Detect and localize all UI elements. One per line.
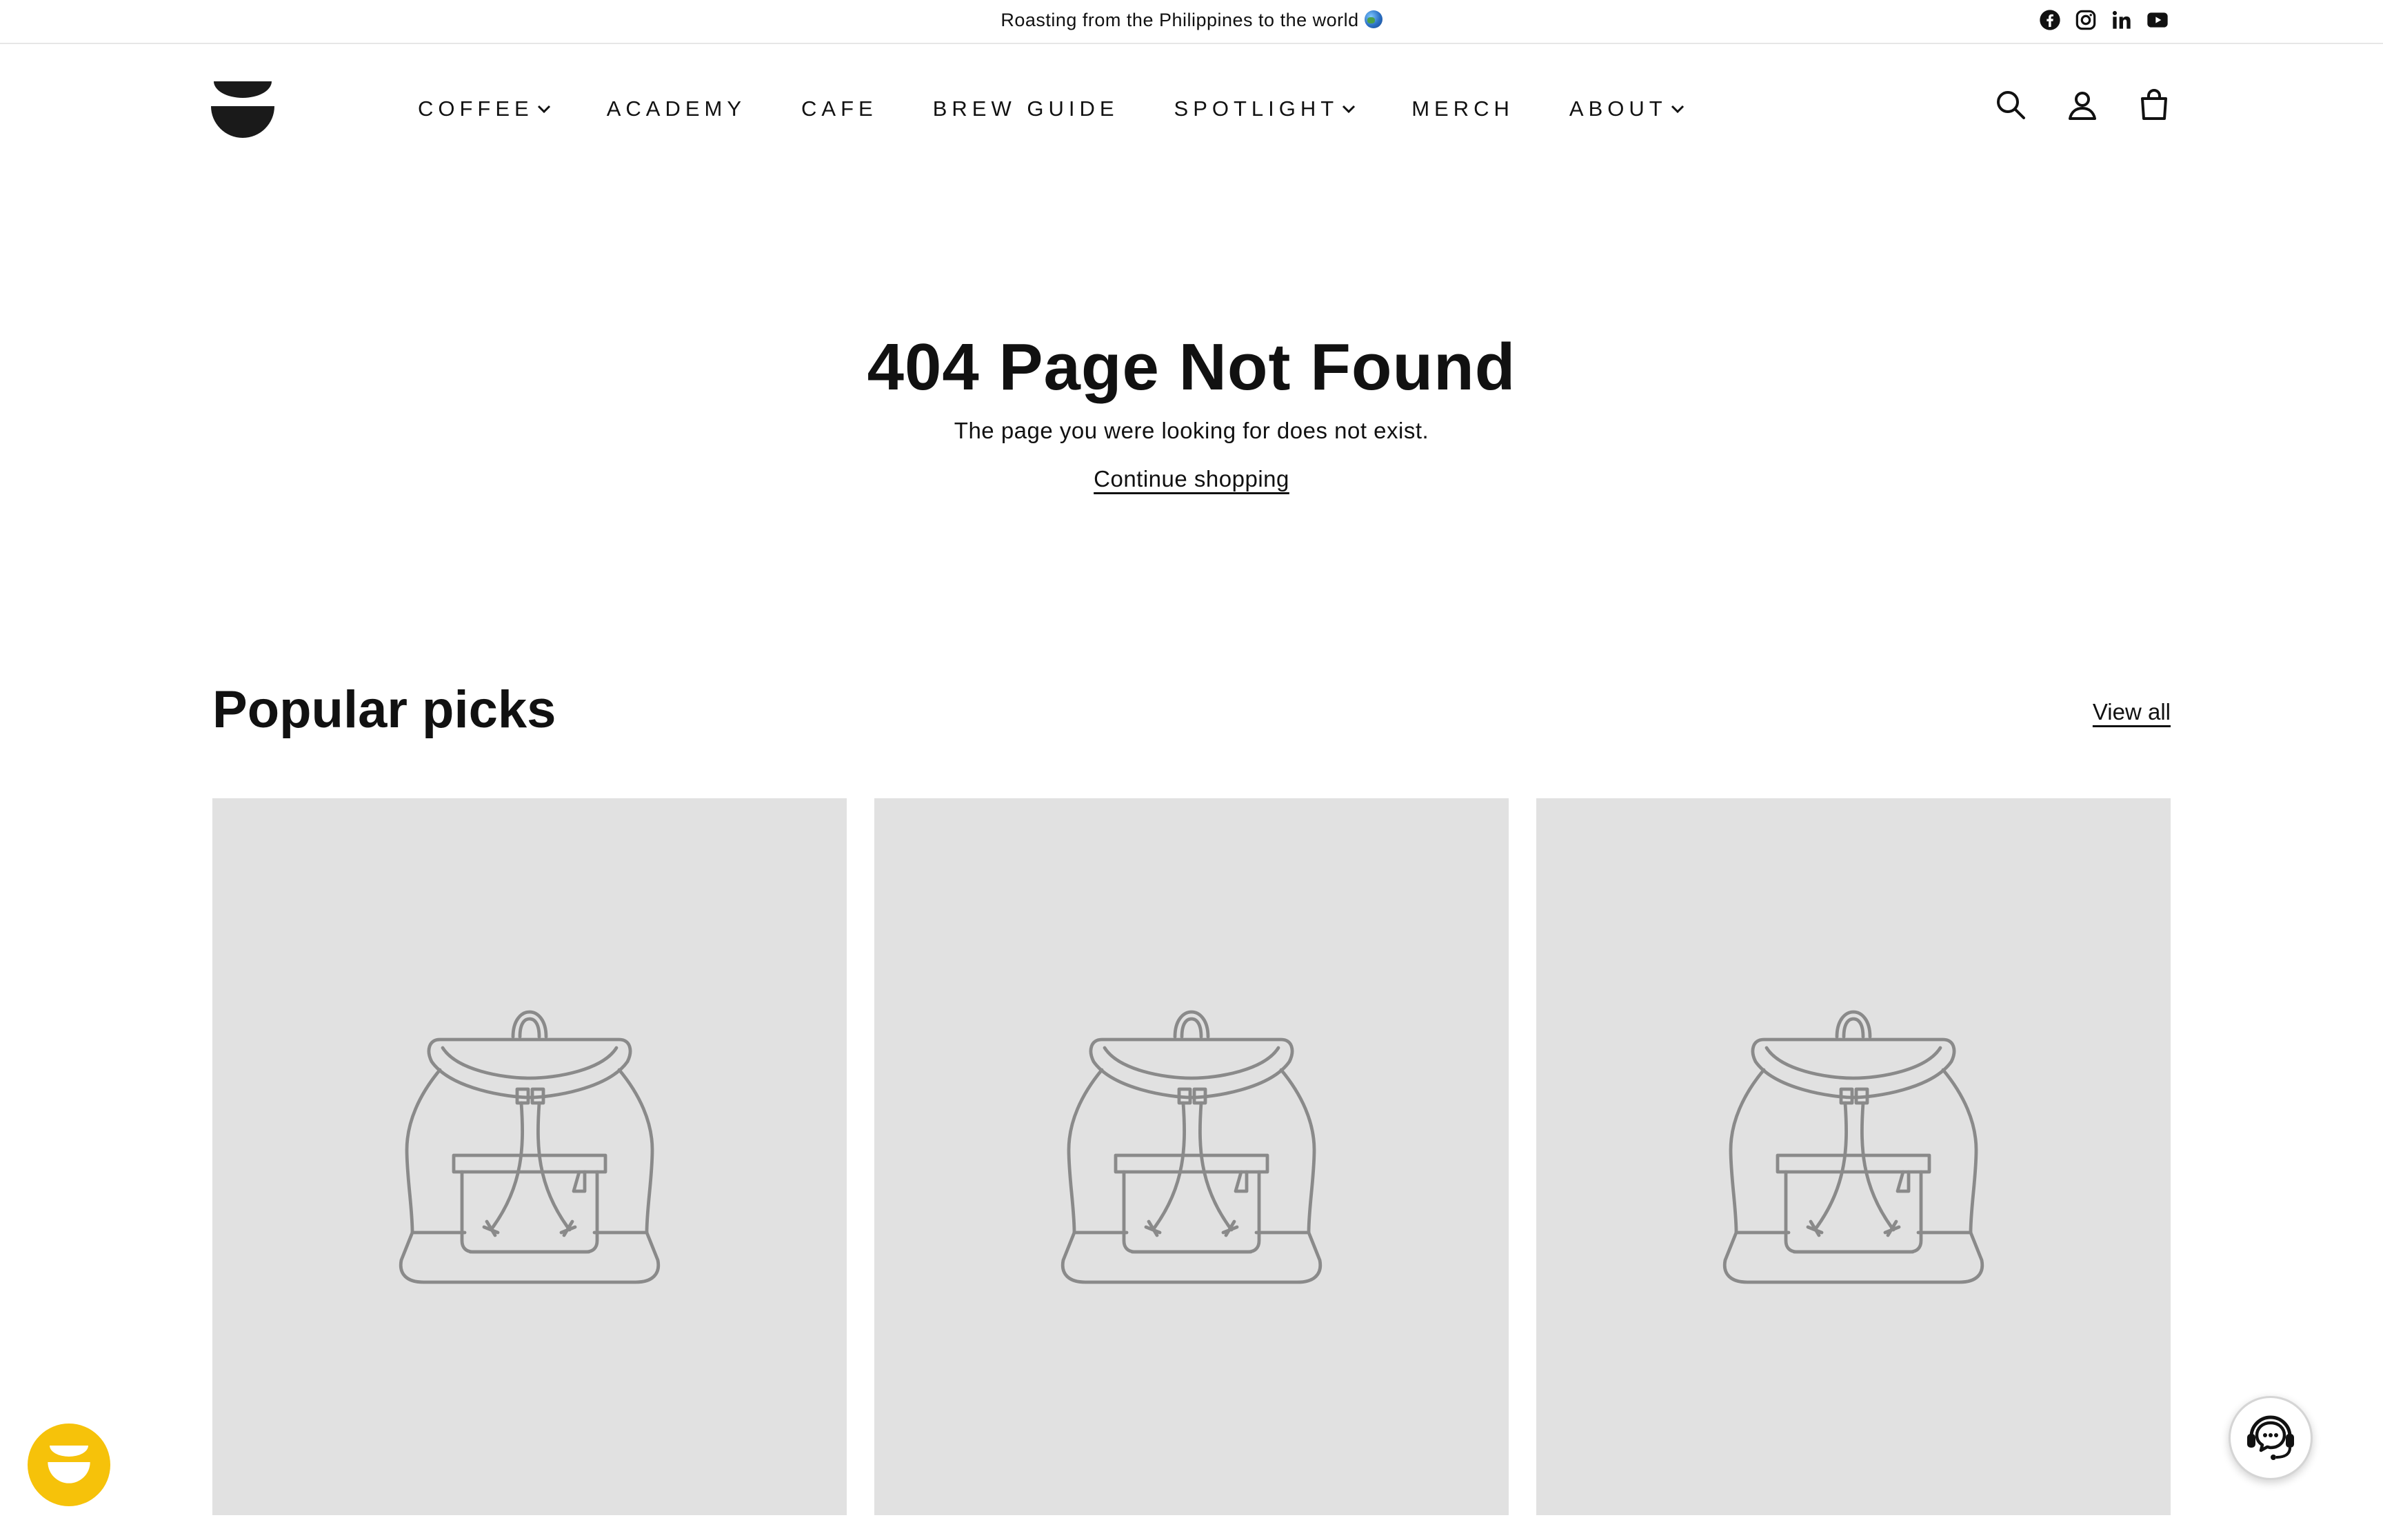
brand-mark-icon (48, 1446, 90, 1483)
chevron-down-icon (1671, 105, 1684, 114)
backpack-placeholder-icon (385, 998, 674, 1315)
instagram-icon[interactable] (2074, 8, 2098, 32)
facebook-icon[interactable] (2038, 8, 2062, 32)
linkedin-icon[interactable] (2110, 8, 2133, 32)
site-header: COFFEE ACADEMY CAFE BREW GUIDE SPOTLIGHT… (0, 45, 2383, 176)
nav-coffee[interactable]: COFFEE (418, 95, 552, 123)
announcement-text: Roasting from the Philippines to the wor… (0, 10, 2383, 31)
chevron-down-icon (1343, 105, 1356, 114)
loyalty-launcher-button[interactable] (28, 1424, 110, 1506)
section-title: Popular picks (212, 680, 556, 739)
nav-about[interactable]: ABOUT (1569, 95, 1685, 123)
nav-merch[interactable]: MERCH (1411, 95, 1514, 123)
product-card[interactable] (212, 798, 847, 1515)
continue-shopping-link[interactable]: Continue shopping (1094, 466, 1289, 492)
nav-spotlight[interactable]: SPOTLIGHT (1174, 95, 1357, 123)
social-links (2038, 8, 2169, 32)
nav-cafe[interactable]: CAFE (801, 95, 878, 123)
chevron-down-icon (537, 105, 550, 114)
product-card[interactable] (874, 798, 1509, 1515)
brand-logo[interactable] (211, 81, 274, 139)
youtube-icon[interactable] (2146, 8, 2169, 32)
backpack-placeholder-icon (1047, 998, 1336, 1315)
view-all-link[interactable]: View all (2093, 699, 2171, 725)
nav-academy[interactable]: ACADEMY (607, 95, 746, 123)
backpack-placeholder-icon (1709, 998, 1998, 1315)
header-actions (1993, 87, 2172, 123)
search-icon[interactable] (1993, 87, 2029, 123)
globe-icon (1364, 10, 1382, 28)
cart-icon[interactable] (2136, 87, 2172, 123)
main-nav: COFFEE ACADEMY CAFE BREW GUIDE SPOTLIGHT… (418, 95, 1740, 123)
account-icon[interactable] (2064, 87, 2100, 123)
continue-shopping-link-wrap: Continue shopping (0, 466, 2383, 492)
chat-support-button[interactable] (2229, 1396, 2313, 1480)
nav-brew-guide[interactable]: BREW GUIDE (933, 95, 1119, 123)
page-title: 404 Page Not Found (867, 330, 1516, 404)
product-card[interactable] (1536, 798, 2171, 1515)
chat-support-icon (2247, 1415, 2294, 1460)
announcement-bar: Roasting from the Philippines to the wor… (0, 0, 2383, 44)
page-subtitle: The page you were looking for does not e… (954, 418, 1429, 443)
